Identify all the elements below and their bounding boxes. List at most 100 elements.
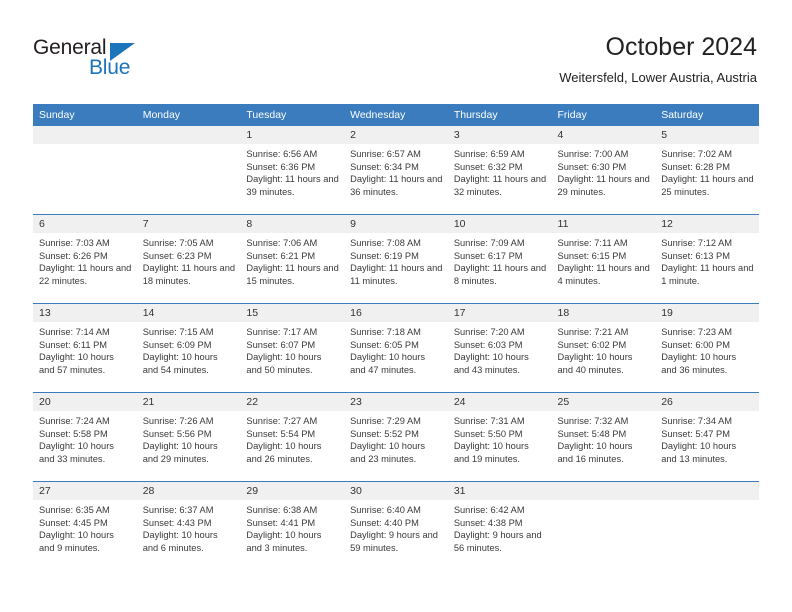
day-number: 24 xyxy=(447,393,552,411)
daylight-text: Daylight: 11 hours and 29 minutes. xyxy=(557,174,650,197)
calendar-day-cell[interactable]: 19 Sunrise: 7:23 AM Sunset: 6:00 PM Dayligh… xyxy=(655,303,759,393)
daylight-text: Daylight: 11 hours and 11 minutes. xyxy=(350,263,443,286)
sunset-text: Sunset: 6:36 PM xyxy=(246,161,316,172)
calendar-day-cell[interactable]: 21 Sunrise: 7:26 AM Sunset: 5:56 PM Dayligh… xyxy=(136,392,241,482)
day-number: 13 xyxy=(33,304,137,322)
day-number: 21 xyxy=(136,393,241,411)
day-details: Sunrise: 7:21 AM Sunset: 6:02 PM Daylight:… xyxy=(552,322,656,376)
calendar-day-cell[interactable]: 16 Sunrise: 7:18 AM Sunset: 6:05 PM Dayligh… xyxy=(344,303,448,393)
calendar-day-cell[interactable]: 28 Sunrise: 6:37 AM Sunset: 4:43 PM Dayligh… xyxy=(136,481,241,570)
day-number: 3 xyxy=(447,126,552,144)
calendar-header-row: Sunday Monday Tuesday Wednesday Thursday… xyxy=(33,104,759,126)
sunrise-text: Sunrise: 7:26 AM xyxy=(142,416,214,426)
daylight-text: Daylight: 11 hours and 25 minutes. xyxy=(661,174,754,197)
weekday-header-saturday: Saturday xyxy=(655,104,759,126)
day-details: Sunrise: 7:06 AM Sunset: 6:21 PM Daylight:… xyxy=(240,233,344,287)
calendar-day-cell[interactable]: 4 Sunrise: 7:00 AM Sunset: 6:30 PM Daylight… xyxy=(551,126,656,215)
sunrise-text: Sunrise: 7:12 AM xyxy=(661,238,733,248)
day-number xyxy=(33,126,137,144)
day-details: Sunrise: 7:00 AM Sunset: 6:30 PM Daylight:… xyxy=(552,144,656,198)
daylight-text: Daylight: 11 hours and 15 minutes. xyxy=(246,263,339,286)
day-number: 25 xyxy=(551,393,656,411)
weekday-header-tuesday: Tuesday xyxy=(240,104,345,126)
calendar-day-cell[interactable]: 15 Sunrise: 7:17 AM Sunset: 6:07 PM Dayligh… xyxy=(240,303,345,393)
sunset-text: Sunset: 6:13 PM xyxy=(661,250,730,261)
daylight-text: Daylight: 11 hours and 4 minutes. xyxy=(557,263,650,286)
day-number: 17 xyxy=(447,304,552,322)
day-number: 7 xyxy=(136,215,241,233)
sunset-text: Sunset: 6:28 PM xyxy=(661,161,730,172)
sunrise-text: Sunrise: 6:57 AM xyxy=(350,149,421,159)
day-number: 18 xyxy=(551,304,656,322)
calendar-day-cell[interactable]: 14 Sunrise: 7:15 AM Sunset: 6:09 PM Dayligh… xyxy=(136,303,241,393)
calendar-day-cell[interactable]: 6 Sunrise: 7:03 AM Sunset: 6:26 PM Daylight… xyxy=(33,214,137,304)
daylight-text: Daylight: 10 hours and 13 minutes. xyxy=(661,441,737,464)
calendar-day-cell[interactable]: 10 Sunrise: 7:09 AM Sunset: 6:17 PM Dayligh… xyxy=(447,214,552,304)
calendar-cell-empty xyxy=(655,481,759,570)
daylight-text: Daylight: 10 hours and 3 minutes. xyxy=(246,530,322,553)
daylight-text: Daylight: 10 hours and 19 minutes. xyxy=(453,441,529,464)
calendar-day-cell[interactable]: 26 Sunrise: 7:34 AM Sunset: 5:47 PM Dayligh… xyxy=(655,392,759,482)
day-number: 11 xyxy=(551,215,656,233)
sunrise-text: Sunrise: 7:27 AM xyxy=(246,416,318,426)
sunrise-text: Sunrise: 7:03 AM xyxy=(39,238,110,248)
calendar-day-cell[interactable]: 2 Sunrise: 6:57 AM Sunset: 6:34 PM Daylight… xyxy=(344,126,448,215)
daylight-text: Daylight: 10 hours and 6 minutes. xyxy=(142,530,218,553)
calendar-cell-empty xyxy=(551,481,656,570)
calendar-day-cell[interactable]: 3 Sunrise: 6:59 AM Sunset: 6:32 PM Daylight… xyxy=(447,126,552,215)
day-details: Sunrise: 7:20 AM Sunset: 6:03 PM Daylight:… xyxy=(448,322,552,376)
daylight-text: Daylight: 9 hours and 59 minutes. xyxy=(350,530,438,553)
daylight-text: Daylight: 11 hours and 18 minutes. xyxy=(142,263,236,286)
daylight-text: Daylight: 10 hours and 47 minutes. xyxy=(350,352,426,375)
calendar-day-cell[interactable]: 8 Sunrise: 7:06 AM Sunset: 6:21 PM Daylight… xyxy=(240,214,345,304)
calendar-day-cell[interactable]: 29 Sunrise: 6:38 AM Sunset: 4:41 PM Dayligh… xyxy=(240,481,345,570)
day-number: 15 xyxy=(240,304,345,322)
calendar-day-cell[interactable]: 22 Sunrise: 7:27 AM Sunset: 5:54 PM Dayligh… xyxy=(240,392,345,482)
calendar-week-row: 6 Sunrise: 7:03 AM Sunset: 6:26 PM Daylight… xyxy=(33,214,759,304)
daylight-text: Daylight: 10 hours and 50 minutes. xyxy=(246,352,322,375)
day-number: 2 xyxy=(344,126,448,144)
sunset-text: Sunset: 6:17 PM xyxy=(453,250,523,261)
calendar-day-cell[interactable]: 30 Sunrise: 6:40 AM Sunset: 4:40 PM Dayligh… xyxy=(344,481,448,570)
sunrise-text: Sunrise: 7:32 AM xyxy=(557,416,629,426)
sunrise-text: Sunrise: 7:11 AM xyxy=(557,238,628,248)
weekday-header-thursday: Thursday xyxy=(447,104,552,126)
sunrise-text: Sunrise: 7:24 AM xyxy=(39,416,110,426)
calendar-day-cell[interactable]: 23 Sunrise: 7:29 AM Sunset: 5:52 PM Dayligh… xyxy=(344,392,448,482)
calendar-day-cell[interactable]: 5 Sunrise: 7:02 AM Sunset: 6:28 PM Daylight… xyxy=(655,126,759,215)
calendar-week-row: 13 Sunrise: 7:14 AM Sunset: 6:11 PM Dayligh… xyxy=(33,303,759,393)
calendar-day-cell[interactable]: 7 Sunrise: 7:05 AM Sunset: 6:23 PM Daylight… xyxy=(136,214,241,304)
calendar-day-cell[interactable]: 9 Sunrise: 7:08 AM Sunset: 6:19 PM Daylight… xyxy=(344,214,448,304)
sunset-text: Sunset: 4:41 PM xyxy=(246,517,316,528)
sunrise-text: Sunrise: 6:56 AM xyxy=(246,149,318,159)
calendar-day-cell[interactable]: 12 Sunrise: 7:12 AM Sunset: 6:13 PM Dayligh… xyxy=(655,214,759,304)
sunset-text: Sunset: 4:43 PM xyxy=(142,517,212,528)
calendar-day-cell[interactable]: 18 Sunrise: 7:21 AM Sunset: 6:02 PM Dayligh… xyxy=(551,303,656,393)
sunrise-text: Sunrise: 7:14 AM xyxy=(39,327,110,337)
sunset-text: Sunset: 6:23 PM xyxy=(142,250,212,261)
calendar-day-cell[interactable]: 25 Sunrise: 7:32 AM Sunset: 5:48 PM Dayligh… xyxy=(551,392,656,482)
sunset-text: Sunset: 6:07 PM xyxy=(246,339,316,350)
sunset-text: Sunset: 6:15 PM xyxy=(557,250,627,261)
day-number: 10 xyxy=(447,215,552,233)
day-details: Sunrise: 6:40 AM Sunset: 4:40 PM Daylight:… xyxy=(344,500,448,554)
day-number xyxy=(136,126,241,144)
calendar-day-cell[interactable]: 27 Sunrise: 6:35 AM Sunset: 4:45 PM Dayligh… xyxy=(33,481,137,570)
sunrise-text: Sunrise: 7:17 AM xyxy=(246,327,318,337)
day-number xyxy=(655,482,759,500)
day-number: 29 xyxy=(240,482,345,500)
sunrise-text: Sunrise: 7:23 AM xyxy=(661,327,733,337)
calendar-day-cell[interactable]: 13 Sunrise: 7:14 AM Sunset: 6:11 PM Dayligh… xyxy=(33,303,137,393)
day-details: Sunrise: 7:03 AM Sunset: 6:26 PM Daylight:… xyxy=(33,233,137,287)
calendar-day-cell[interactable]: 24 Sunrise: 7:31 AM Sunset: 5:50 PM Dayligh… xyxy=(447,392,552,482)
daylight-text: Daylight: 10 hours and 16 minutes. xyxy=(557,441,633,464)
calendar-day-cell[interactable]: 11 Sunrise: 7:11 AM Sunset: 6:15 PM Dayligh… xyxy=(551,214,656,304)
calendar-day-cell[interactable]: 17 Sunrise: 7:20 AM Sunset: 6:03 PM Dayligh… xyxy=(447,303,552,393)
page-title: October 2024 xyxy=(605,33,758,61)
calendar-day-cell[interactable]: 1 Sunrise: 6:56 AM Sunset: 6:36 PM Daylight… xyxy=(240,126,345,215)
calendar-cell-empty xyxy=(33,126,137,215)
day-details: Sunrise: 7:32 AM Sunset: 5:48 PM Daylight:… xyxy=(552,411,656,465)
calendar-day-cell[interactable]: 20 Sunrise: 7:24 AM Sunset: 5:58 PM Dayligh… xyxy=(33,392,137,482)
calendar-day-cell[interactable]: 31 Sunrise: 6:42 AM Sunset: 4:38 PM Dayligh… xyxy=(447,481,552,570)
sunrise-text: Sunrise: 6:42 AM xyxy=(453,505,525,515)
